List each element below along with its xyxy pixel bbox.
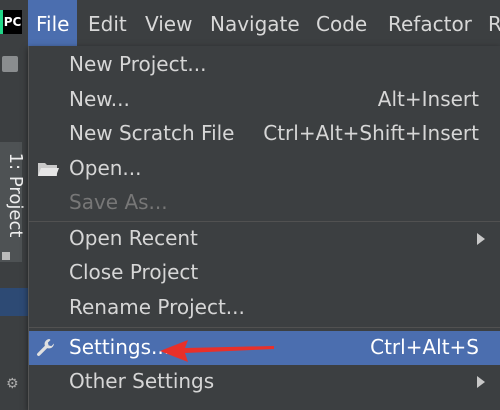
menu-item-open[interactable]: Open...: [29, 152, 500, 186]
annotation-arrow: [160, 340, 274, 362]
submenu-arrow-icon: [477, 376, 485, 388]
menu-separator: [29, 327, 500, 328]
menu-item-label: Open Recent: [69, 226, 198, 250]
editor-selection-sliver: [0, 288, 28, 316]
menu-item-label: Save As...: [69, 190, 168, 214]
menu-item-new-project[interactable]: New Project...: [29, 48, 500, 82]
menu-edit[interactable]: Edit: [80, 0, 135, 46]
folder-icon: [38, 163, 59, 176]
menu-item-close-project[interactable]: Close Project: [29, 256, 500, 290]
menu-navigate-label: Navigate: [210, 12, 300, 36]
menu-item-new-scratch-file[interactable]: New Scratch File Ctrl+Alt+Shift+Insert: [29, 117, 500, 151]
menu-item-save-as: Save As...: [29, 186, 500, 220]
menu-refactor[interactable]: Refactor: [380, 0, 480, 46]
project-tool-tab[interactable]: 1: Project: [0, 142, 26, 262]
menu-run-label: R: [488, 12, 500, 36]
menu-item-shortcut: Ctrl+Alt+S: [370, 335, 479, 359]
wrench-icon: [37, 339, 54, 356]
menu-item-shortcut: Ctrl+Alt+Shift+Insert: [263, 121, 479, 145]
menu-item-open-recent[interactable]: Open Recent: [29, 222, 500, 256]
menu-run[interactable]: R: [480, 0, 500, 46]
menu-item-shortcut: Alt+Insert: [377, 87, 479, 111]
menu-code[interactable]: Code: [308, 0, 375, 46]
app-logo: PC: [0, 10, 22, 34]
menu-bar: PC File Edit View Navigate Code Refactor…: [0, 0, 500, 46]
left-tool-strip: 1: Project ⚙: [0, 46, 28, 410]
menu-item-label: Open...: [69, 156, 142, 180]
menu-item-other-settings[interactable]: Other Settings: [29, 365, 500, 399]
menu-item-label: New...: [69, 87, 130, 111]
menu-navigate[interactable]: Navigate: [202, 0, 308, 46]
menu-item-label: Close Project: [69, 260, 199, 284]
menu-file[interactable]: File: [28, 0, 78, 46]
menu-item-label: New Scratch File: [69, 121, 235, 145]
gear-icon[interactable]: ⚙: [6, 376, 19, 392]
submenu-arrow-icon: [477, 233, 485, 245]
folder-toolbar-icon[interactable]: [2, 56, 18, 72]
project-tab-label: 1: Project: [5, 152, 26, 238]
menu-item-label: Other Settings: [69, 369, 215, 393]
menu-edit-label: Edit: [88, 12, 127, 36]
menu-item-label: Rename Project...: [69, 295, 245, 319]
menu-item-rename-project[interactable]: Rename Project...: [29, 291, 500, 325]
menu-item-label: Settings...: [69, 335, 171, 359]
menu-view[interactable]: View: [137, 0, 200, 46]
menu-view-label: View: [145, 12, 193, 36]
menu-item-new[interactable]: New... Alt+Insert: [29, 83, 500, 117]
menu-code-label: Code: [316, 12, 368, 36]
menu-file-label: File: [36, 12, 70, 36]
menu-refactor-label: Refactor: [388, 12, 472, 36]
menu-item-label: New Project...: [69, 52, 207, 76]
stop-icon: [2, 252, 10, 260]
